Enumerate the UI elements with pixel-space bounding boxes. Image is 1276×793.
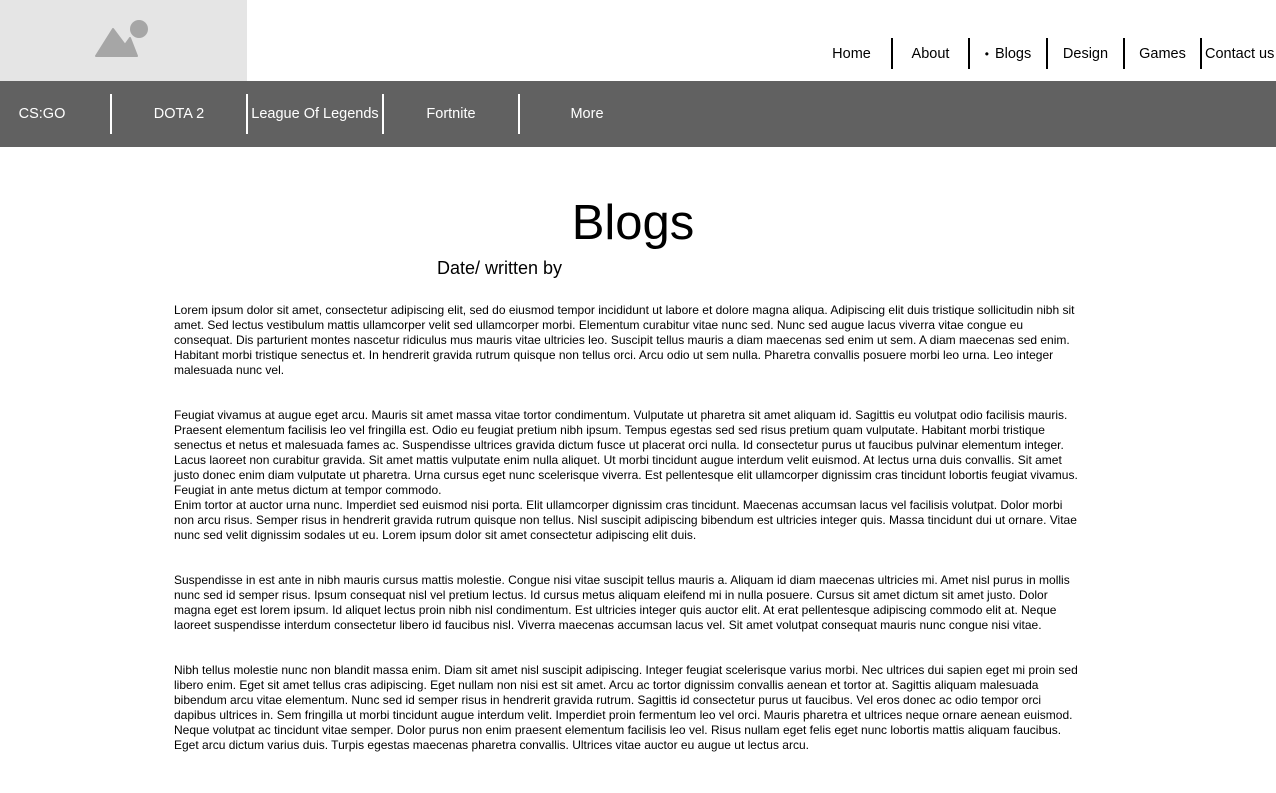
- main-nav: Home About • Blogs Design Games Contact …: [812, 37, 1276, 70]
- nav-home[interactable]: Home: [812, 37, 891, 70]
- image-placeholder-icon: [95, 20, 148, 57]
- active-bullet-icon: •: [984, 46, 989, 61]
- nav-games[interactable]: Games: [1125, 37, 1200, 70]
- game-tab-league-of-legends[interactable]: League Of Legends: [248, 81, 382, 147]
- article-paragraph: Lorem ipsum dolor sit amet, consectetur …: [174, 303, 1075, 377]
- byline: Date/ written by: [437, 258, 563, 278]
- nav-contact-us[interactable]: Contact us: [1202, 37, 1276, 70]
- article-paragraph: Enim tortor at auctor urna nunc. Imperdi…: [174, 498, 1077, 542]
- logo[interactable]: [0, 0, 247, 81]
- nav-blogs[interactable]: • Blogs: [970, 37, 1046, 70]
- nav-blogs-label: Blogs: [994, 45, 1032, 62]
- game-tab-csgo[interactable]: CS:GO: [0, 81, 84, 147]
- blog-article: Lorem ipsum dolor sit amet, consectetur …: [174, 303, 1082, 783]
- nav-about[interactable]: About: [893, 37, 968, 70]
- article-paragraph: Feugiat vivamus at augue eget arcu. Maur…: [174, 408, 1078, 497]
- game-tab-dota2[interactable]: DOTA 2: [112, 81, 246, 147]
- page-title: Blogs: [571, 196, 695, 250]
- nav-design[interactable]: Design: [1048, 37, 1123, 70]
- article-paragraph: Nibh tellus molestie nunc non blandit ma…: [174, 663, 1078, 752]
- game-tab-fortnite[interactable]: Fortnite: [384, 81, 518, 147]
- game-tab-more[interactable]: More: [520, 81, 654, 147]
- top-bar: Home About • Blogs Design Games Contact …: [0, 0, 1276, 81]
- article-paragraph: Suspendisse in est ante in nibh mauris c…: [174, 573, 1070, 632]
- game-category-bar: CS:GO DOTA 2 League Of Legends Fortnite …: [0, 81, 1276, 147]
